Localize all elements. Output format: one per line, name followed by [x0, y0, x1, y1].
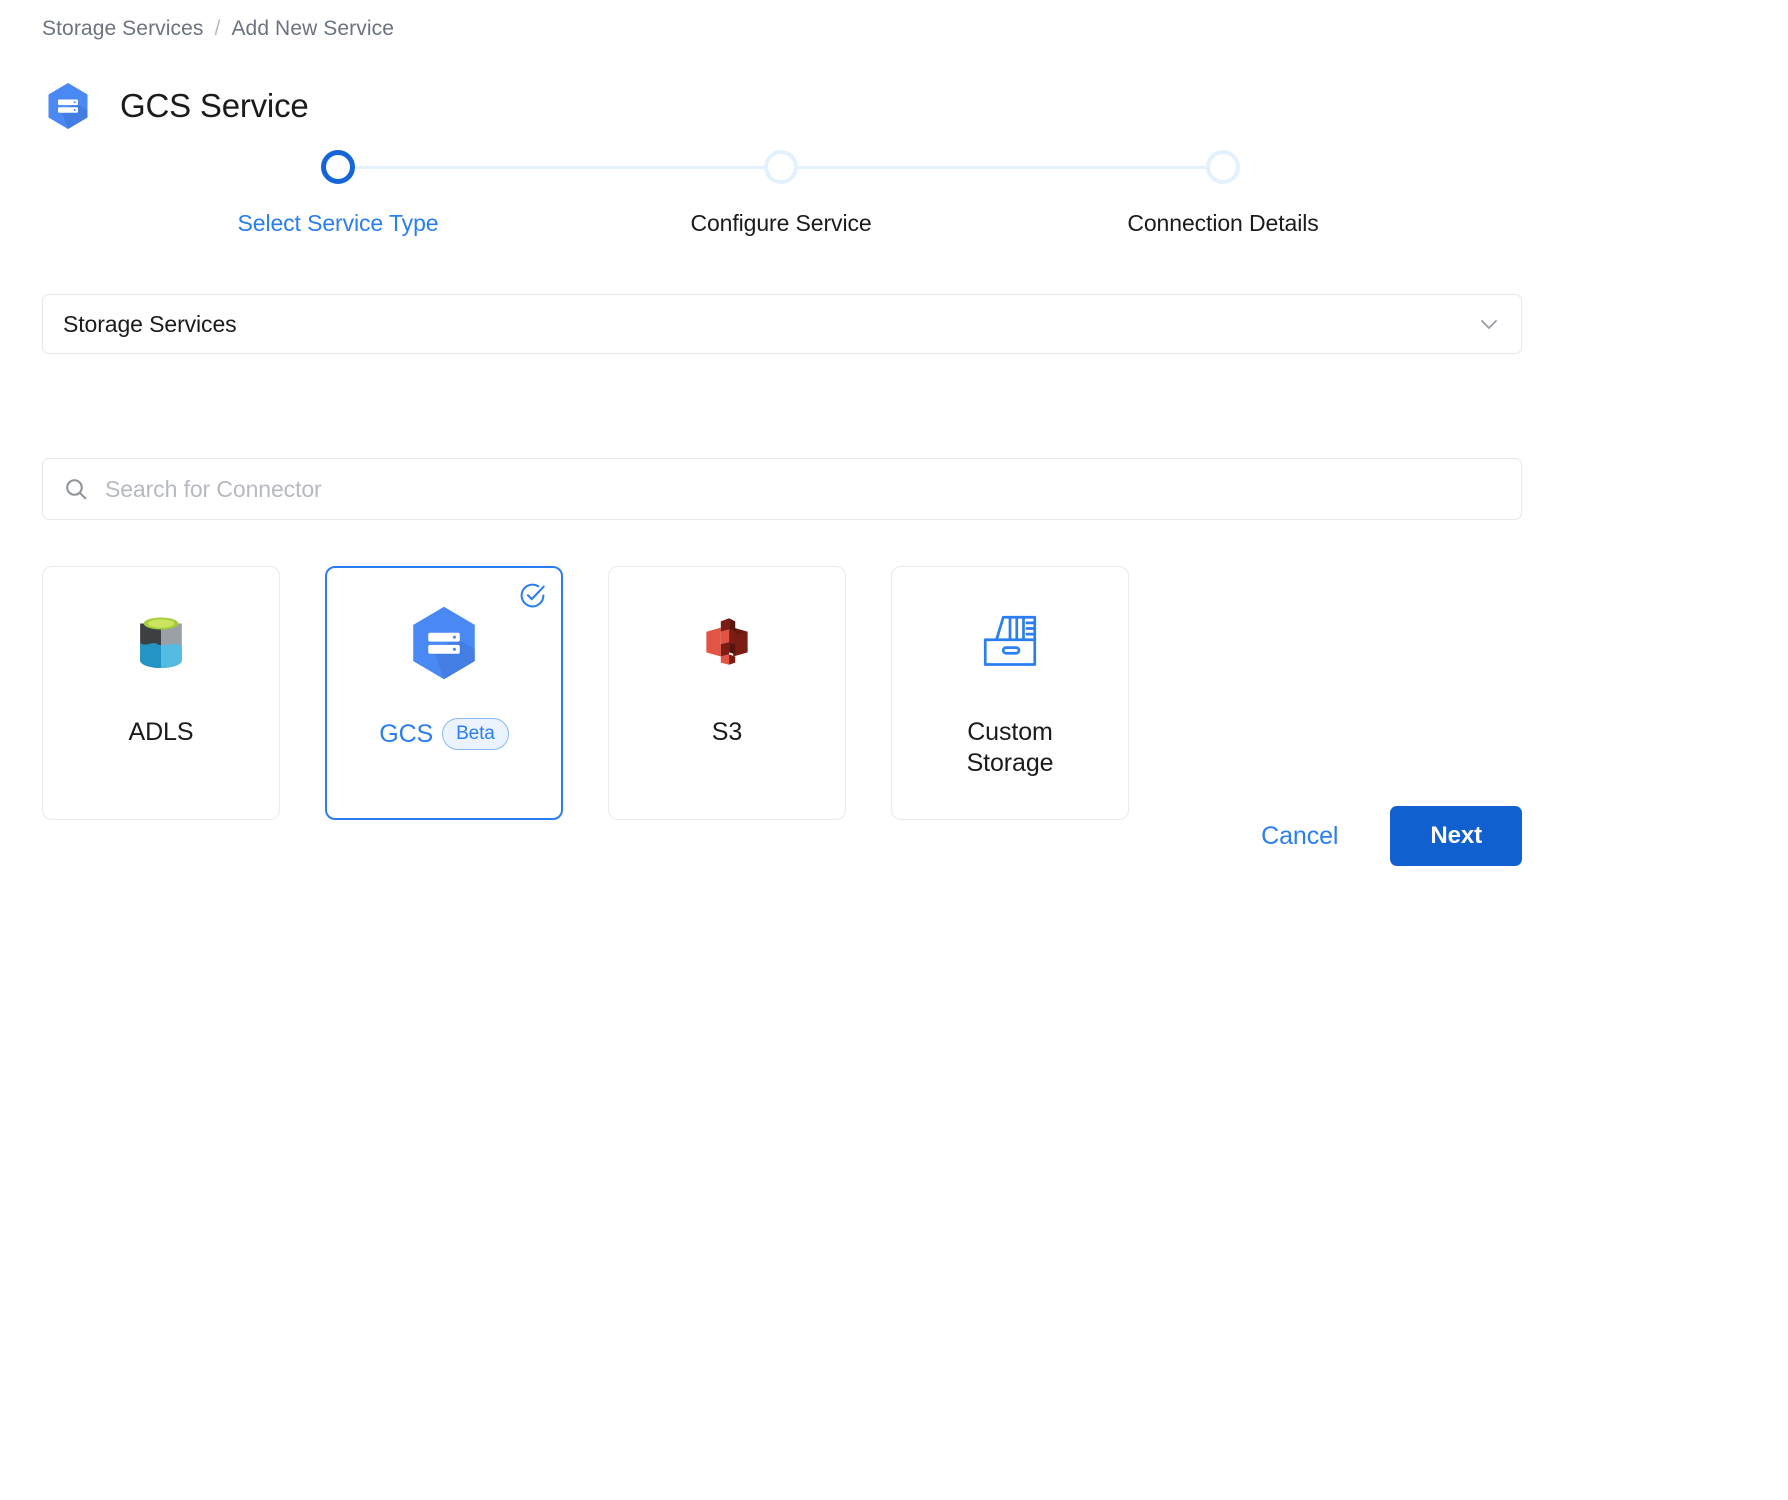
- cancel-button[interactable]: Cancel: [1257, 814, 1342, 859]
- connector-name-adls: ADLS: [129, 717, 194, 748]
- chevron-down-icon[interactable]: [1477, 312, 1501, 336]
- step-label-2: Configure Service: [616, 210, 946, 237]
- gcs-hexagon-icon: [42, 80, 94, 132]
- connector-card-label: ADLS: [121, 717, 202, 748]
- step-dot-1: [321, 150, 355, 184]
- search-icon: [63, 476, 89, 502]
- wizard-footer: Cancel Next: [42, 806, 1522, 866]
- step-label-3: Connection Details: [1058, 210, 1388, 237]
- custom-storage-icon: [892, 567, 1128, 717]
- search-input[interactable]: [105, 476, 1501, 503]
- stepper-step-connection-details[interactable]: Connection Details: [1058, 142, 1388, 237]
- connector-card-grid: ADLS GCS Beta: [42, 566, 1129, 820]
- connector-name-s3: S3: [712, 717, 742, 748]
- breadcrumb: Storage Services / Add New Service: [42, 17, 394, 41]
- page-title: GCS Service: [120, 87, 309, 125]
- connector-card-label: GCS Beta: [371, 718, 517, 750]
- stepper-step-configure-service[interactable]: Configure Service: [616, 142, 946, 237]
- adls-icon: [43, 567, 279, 717]
- check-circle-icon: [518, 581, 547, 610]
- connector-card-adls[interactable]: ADLS: [42, 566, 280, 820]
- wizard-stepper: Select Service Type Configure Service Co…: [42, 142, 1522, 252]
- stepper-step-select-service-type[interactable]: Select Service Type: [173, 142, 503, 237]
- connector-card-label: Custom Storage: [959, 717, 1062, 779]
- connector-card-label: S3: [704, 717, 750, 748]
- connector-card-gcs[interactable]: GCS Beta: [325, 566, 563, 820]
- breadcrumb-parent[interactable]: Storage Services: [42, 17, 204, 41]
- connector-name-gcs: GCS: [379, 719, 433, 750]
- step-label-1: Select Service Type: [173, 210, 503, 237]
- connector-card-s3[interactable]: S3: [608, 566, 846, 820]
- service-category-select[interactable]: Storage Services: [42, 294, 1522, 354]
- service-category-value: Storage Services: [63, 311, 1477, 338]
- connector-search-box[interactable]: [42, 458, 1522, 520]
- breadcrumb-separator: /: [215, 17, 221, 41]
- breadcrumb-current: Add New Service: [231, 17, 394, 41]
- step-dot-2: [764, 150, 798, 184]
- connector-card-custom-storage[interactable]: Custom Storage: [891, 566, 1129, 820]
- add-new-service-page: Storage Services / Add New Service GCS S…: [0, 0, 1788, 1500]
- s3-icon: [609, 567, 845, 717]
- next-button[interactable]: Next: [1390, 806, 1522, 866]
- page-title-row: GCS Service: [42, 80, 309, 132]
- step-dot-3: [1206, 150, 1240, 184]
- beta-badge: Beta: [442, 718, 509, 750]
- connector-name-custom-storage: Custom Storage: [967, 717, 1054, 779]
